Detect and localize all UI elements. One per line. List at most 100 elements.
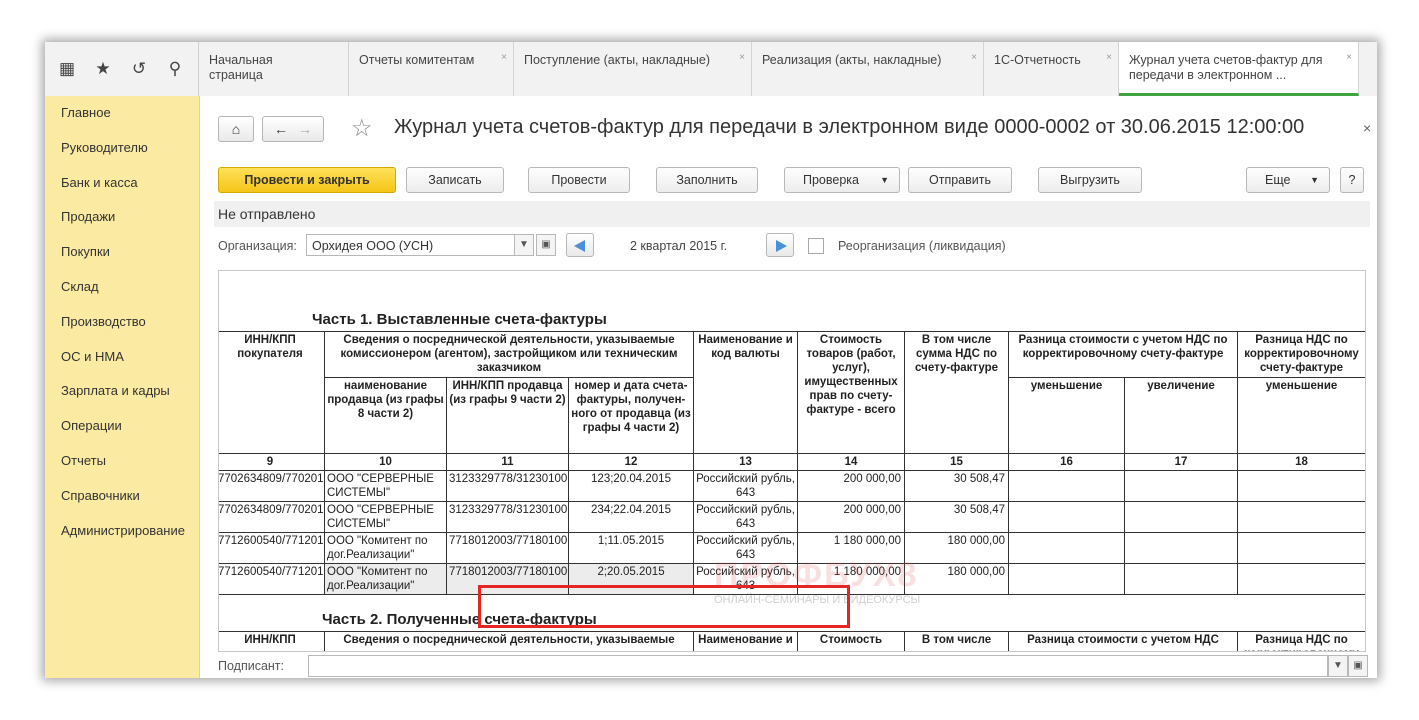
- back-arrow-icon[interactable]: ←: [274, 121, 288, 137]
- sidebar-item-payroll[interactable]: Зарплата и кадры: [45, 374, 199, 409]
- cell-cost[interactable]: 200 000,00: [797, 501, 906, 533]
- close-icon[interactable]: ×: [971, 50, 977, 65]
- star-icon[interactable]: ★: [93, 59, 113, 79]
- home-button[interactable]: ⌂: [218, 116, 254, 142]
- app-window: ▦ ★ ↺ ⚲ Начальная страница Отчеты комите…: [45, 42, 1377, 678]
- cell-empty[interactable]: [1124, 563, 1239, 595]
- cell-vat[interactable]: 30 508,47: [904, 470, 1010, 502]
- sidebar-item-bank[interactable]: Банк и касса: [45, 166, 199, 201]
- prev-period-button[interactable]: [566, 233, 594, 257]
- cell-empty[interactable]: [1237, 470, 1365, 502]
- cell-empty[interactable]: [1237, 563, 1365, 595]
- cell-inn[interactable]: 7712600540/771201001: [219, 532, 325, 564]
- sidebar-item-main[interactable]: Главное: [45, 96, 199, 131]
- header-invoice-number: номер и дата счета-фактуры, получен-ного…: [567, 377, 695, 454]
- cell-invoice[interactable]: 1;11.05.2015: [567, 532, 695, 564]
- cell-empty[interactable]: [1008, 532, 1126, 564]
- post-and-close-button[interactable]: Провести и закрыть: [218, 167, 396, 193]
- organization-select[interactable]: Орхидея ООО (УСН): [306, 234, 524, 256]
- cell-vat[interactable]: 30 508,47: [904, 501, 1010, 533]
- tab-commitent-reports[interactable]: Отчеты комитентам ×: [349, 42, 514, 96]
- sidebar-item-operations[interactable]: Операции: [45, 409, 199, 444]
- open-icon: ▣: [541, 239, 551, 250]
- cell-empty[interactable]: [1124, 532, 1239, 564]
- tab-receipts[interactable]: Поступление (акты, накладные) ×: [514, 42, 752, 96]
- cell-currency[interactable]: Российский рубль, 643: [693, 501, 799, 533]
- forward-arrow-icon[interactable]: →: [298, 121, 312, 137]
- signer-input[interactable]: [308, 655, 1328, 677]
- cell-empty[interactable]: [1008, 501, 1126, 533]
- back-forward-buttons[interactable]: ← →: [262, 116, 324, 142]
- favorite-star-icon[interactable]: ☆: [351, 114, 373, 143]
- cell-empty[interactable]: [1124, 501, 1239, 533]
- cell-inn[interactable]: 7702634809/770201001: [219, 470, 325, 502]
- export-button[interactable]: Выгрузить: [1038, 167, 1142, 193]
- organization-dropdown-button[interactable]: ▼: [514, 234, 534, 256]
- apps-grid-icon[interactable]: ▦: [57, 59, 77, 79]
- header-seller-name: наименование продавца (из графы 8 части …: [324, 377, 447, 454]
- left-arrow-icon: [574, 240, 585, 252]
- sidebar-item-purchases[interactable]: Покупки: [45, 235, 199, 270]
- save-button[interactable]: Записать: [406, 167, 504, 193]
- quick-access-panel: ▦ ★ ↺ ⚲: [45, 42, 199, 96]
- tab-invoice-journal[interactable]: Журнал учета счетов-фактур для передачи …: [1119, 42, 1359, 96]
- table-row[interactable]: 7702634809/770201001 ООО "СЕРВЕРНЫЕ СИСТ…: [219, 501, 1365, 533]
- cell-seller[interactable]: ООО "СЕРВЕРНЫЕ СИСТЕМЫ": [324, 501, 447, 533]
- cell-seller-inn[interactable]: 3123329778/312301001: [446, 470, 569, 502]
- sidebar-item-directories[interactable]: Справочники: [45, 479, 199, 514]
- cell-empty[interactable]: [1237, 501, 1365, 533]
- cell-currency[interactable]: Российский рубль, 643: [693, 470, 799, 502]
- post-button[interactable]: Провести: [528, 167, 630, 193]
- col-number: 17: [1124, 453, 1239, 471]
- cell-invoice[interactable]: 123;20.04.2015: [567, 470, 695, 502]
- check-dropdown-button[interactable]: Проверка ▼: [784, 167, 900, 193]
- cell-vat[interactable]: 180 000,00: [904, 532, 1010, 564]
- sidebar-item-admin[interactable]: Администрирование: [45, 514, 199, 549]
- close-icon[interactable]: ×: [501, 50, 507, 65]
- cell-inn[interactable]: 7702634809/770201001: [219, 501, 325, 533]
- table-row[interactable]: 7702634809/770201001 ООО "СЕРВЕРНЫЕ СИСТ…: [219, 470, 1365, 502]
- header-increase: увеличение: [1124, 377, 1239, 454]
- sidebar-item-manager[interactable]: Руководителю: [45, 131, 199, 166]
- cell-seller-inn[interactable]: 3123329778/312301001: [446, 501, 569, 533]
- history-icon[interactable]: ↺: [129, 59, 149, 79]
- highlight-frame: [478, 585, 850, 628]
- cell-empty[interactable]: [1124, 470, 1239, 502]
- cell-invoice[interactable]: 234;22.04.2015: [567, 501, 695, 533]
- reorganization-label: Реорганизация (ликвидация): [838, 239, 1006, 253]
- cell-empty[interactable]: [1008, 563, 1126, 595]
- cell-empty[interactable]: [1008, 470, 1126, 502]
- close-icon[interactable]: ×: [1106, 50, 1112, 65]
- signer-dropdown-button[interactable]: ▼: [1328, 655, 1348, 677]
- cell-seller[interactable]: ООО "СЕРВЕРНЫЕ СИСТЕМЫ": [324, 470, 447, 502]
- cell-empty[interactable]: [1237, 532, 1365, 564]
- cell-seller-inn[interactable]: 7718012003/771801001: [446, 532, 569, 564]
- sidebar-item-sales[interactable]: Продажи: [45, 200, 199, 235]
- search-icon[interactable]: ⚲: [165, 59, 185, 79]
- p2-header-info: Сведения о посреднической деятельности, …: [324, 631, 694, 651]
- close-icon[interactable]: ×: [1346, 50, 1352, 65]
- reorganization-checkbox[interactable]: [808, 238, 824, 254]
- help-button[interactable]: ?: [1340, 167, 1364, 193]
- organization-open-button[interactable]: ▣: [536, 234, 556, 256]
- tab-reporting[interactable]: 1С-Отчетность ×: [984, 42, 1119, 96]
- signer-open-button[interactable]: ▣: [1348, 655, 1368, 677]
- cell-cost[interactable]: 200 000,00: [797, 470, 906, 502]
- cell-inn[interactable]: 7712600540/771201001: [219, 563, 325, 595]
- next-period-button[interactable]: [766, 233, 794, 257]
- sidebar-item-warehouse[interactable]: Склад: [45, 270, 199, 305]
- sidebar-item-assets[interactable]: ОС и НМА: [45, 340, 199, 375]
- fill-button[interactable]: Заполнить: [656, 167, 758, 193]
- tab-sales[interactable]: Реализация (акты, накладные) ×: [752, 42, 984, 96]
- close-icon[interactable]: ×: [739, 50, 745, 65]
- cell-vat[interactable]: 180 000,00: [904, 563, 1010, 595]
- sidebar-item-production[interactable]: Производство: [45, 305, 199, 340]
- more-dropdown-button[interactable]: Еще ▼: [1246, 167, 1330, 193]
- tab-home[interactable]: Начальная страница: [199, 42, 349, 96]
- cell-seller[interactable]: ООО "Комитент по дог.Реализации": [324, 532, 447, 564]
- close-form-icon[interactable]: ×: [1363, 120, 1371, 136]
- send-button[interactable]: Отправить: [908, 167, 1012, 193]
- sidebar-item-reports[interactable]: Отчеты: [45, 444, 199, 479]
- dropdown-arrow-icon: ▼: [880, 175, 889, 185]
- cell-seller[interactable]: ООО "Комитент по дог.Реализации": [324, 563, 447, 595]
